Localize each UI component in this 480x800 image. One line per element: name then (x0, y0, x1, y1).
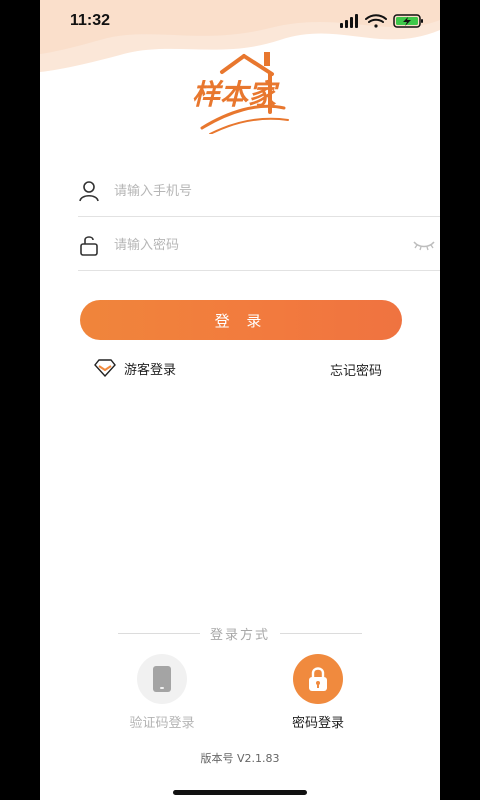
version-label: 版本号 V2.1.83 (200, 752, 280, 765)
phone-input[interactable] (112, 174, 406, 208)
divider-line-right (280, 633, 362, 634)
guest-login-link[interactable]: 游客登录 (94, 358, 176, 378)
sms-login-option[interactable]: 验证码登录 (112, 654, 212, 731)
password-login-label: 密码登录 (291, 716, 344, 731)
login-methods-divider: 登录方式 (118, 624, 362, 644)
login-button[interactable]: 登 录 (80, 300, 402, 340)
lock-icon (309, 667, 327, 691)
guest-login-label: 游客登录 (124, 362, 177, 378)
home-indicator[interactable] (173, 790, 307, 795)
battery-icon (393, 14, 423, 28)
status-icons (340, 14, 423, 28)
sms-login-circle (137, 654, 187, 704)
password-login-circle (293, 654, 343, 704)
forgot-password-link[interactable]: 忘记密码 (330, 360, 382, 379)
wifi-icon (365, 14, 387, 28)
sms-login-label: 验证码登录 (129, 716, 195, 731)
signal-icon (340, 14, 358, 28)
user-icon (79, 181, 99, 202)
status-bar: 11:32 (40, 0, 440, 44)
tablet-icon (153, 666, 171, 692)
eye-closed-icon[interactable] (412, 238, 436, 252)
status-time: 11:32 (70, 12, 111, 29)
phone-field (78, 162, 440, 217)
diamond-icon (94, 359, 116, 377)
password-field (78, 216, 440, 271)
logo-text: 样本家 (192, 78, 280, 111)
app-logo: 样本家 (192, 52, 289, 134)
login-screen: 11:32 样本家 请输入手机号 登 录 游客登录 忘记密码 登录方式 验证码登… (40, 0, 440, 800)
password-input[interactable] (112, 228, 406, 262)
unlock-icon (80, 236, 98, 256)
password-login-option[interactable]: 密码登录 (268, 654, 368, 731)
